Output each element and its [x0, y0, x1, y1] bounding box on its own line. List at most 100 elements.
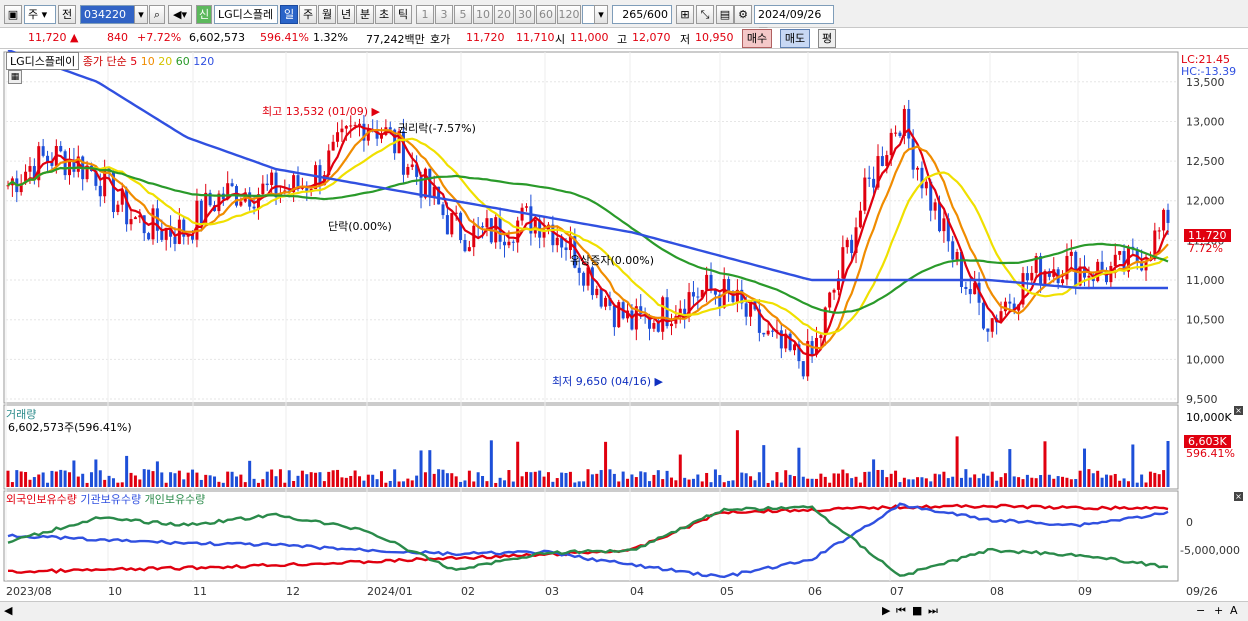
- layout-icon[interactable]: ▣: [4, 5, 22, 24]
- volume-bar: [309, 472, 313, 487]
- save-icon[interactable]: ▤: [716, 5, 734, 24]
- candle-body: [511, 241, 515, 243]
- volume-bar: [551, 481, 555, 487]
- volume-bar: [586, 469, 590, 487]
- zoom-in-icon[interactable]: ⊞: [676, 5, 694, 24]
- volume-bar: [981, 473, 985, 487]
- volume-bar: [467, 470, 471, 487]
- prev-button[interactable]: 전: [58, 5, 76, 24]
- grid-toggle-icon[interactable]: ▦: [8, 70, 22, 84]
- date-value: 2024/09/26: [758, 8, 822, 21]
- ma-10-label: 10: [140, 55, 155, 68]
- volume-bar: [362, 480, 366, 487]
- close-holding-icon[interactable]: ×: [1234, 492, 1243, 501]
- last-icon[interactable]: ⏭: [928, 604, 938, 618]
- period-month-tab[interactable]: 월: [318, 5, 336, 24]
- buy-button[interactable]: 매수: [742, 29, 772, 48]
- close-volume-icon[interactable]: ×: [1234, 406, 1243, 415]
- scroll-right-icon[interactable]: ▶: [882, 604, 890, 617]
- candle-body: [705, 274, 709, 290]
- interval-1[interactable]: 1: [416, 5, 434, 24]
- font-size-icon[interactable]: A: [1230, 604, 1238, 617]
- candle-body: [942, 218, 946, 232]
- volume-bar: [744, 473, 748, 487]
- volume-bar: [379, 471, 383, 487]
- volume-bar: [977, 478, 981, 487]
- stop-icon[interactable]: ■: [912, 604, 922, 617]
- volume-bar: [1135, 482, 1139, 487]
- volume-bar: [1157, 474, 1161, 487]
- chart-type-value: 주: [28, 8, 39, 21]
- eval-button[interactable]: 평: [818, 29, 836, 48]
- x-tick-label: 12: [286, 585, 300, 598]
- sell-button[interactable]: 매도: [780, 29, 810, 48]
- speaker-icon[interactable]: ◀▾: [168, 5, 192, 24]
- candle-body: [990, 318, 994, 332]
- candle-body: [652, 323, 656, 329]
- stock-name-label[interactable]: LG디스플레이: [6, 52, 80, 70]
- volume-bar: [951, 476, 955, 487]
- candle-body: [656, 323, 660, 332]
- volume-bar: [608, 469, 612, 487]
- interval-30[interactable]: 30: [515, 5, 535, 24]
- volume-bar: [375, 479, 379, 487]
- interval-20[interactable]: 20: [494, 5, 514, 24]
- interval-5[interactable]: 5: [454, 5, 472, 24]
- volume-bar: [226, 471, 230, 487]
- volume-bar: [555, 478, 559, 487]
- period-year-tab[interactable]: 년: [337, 5, 355, 24]
- price-y-tick: 9,500: [1186, 393, 1218, 406]
- volume-bar: [1047, 474, 1051, 487]
- volume-bar: [283, 482, 287, 487]
- chart-area[interactable]: 13,50013,00012,50012,00011,50011,00010,5…: [0, 50, 1248, 621]
- search-icon[interactable]: ⌕: [149, 5, 165, 24]
- candle-body: [1025, 273, 1029, 281]
- dropdown-arrow-icon[interactable]: ▾: [134, 5, 148, 24]
- volume-bar: [164, 482, 168, 487]
- candle-body: [955, 252, 959, 260]
- volume-bar: [318, 472, 322, 487]
- settings-icon[interactable]: ⚙: [734, 5, 752, 24]
- price-change-pct: +7.72%: [137, 31, 182, 44]
- interval-3[interactable]: 3: [435, 5, 453, 24]
- candle-body: [1162, 209, 1166, 231]
- line-tool-icon[interactable]: ⤡: [696, 5, 714, 24]
- zoom-out-icon[interactable]: −: [1196, 604, 1205, 617]
- count-field[interactable]: 265/600: [612, 5, 672, 24]
- period-week-tab[interactable]: 주: [299, 5, 317, 24]
- holding-y-tick: 0: [1186, 516, 1193, 529]
- interval-60[interactable]: 60: [536, 5, 556, 24]
- candle-body: [485, 218, 489, 228]
- volume-bar: [678, 454, 682, 487]
- interval-10[interactable]: 10: [473, 5, 493, 24]
- volume-bar: [72, 460, 76, 487]
- x-tick-label: 03: [545, 585, 559, 598]
- volume-bar: [463, 480, 467, 487]
- period-tick-tab[interactable]: 틱: [394, 5, 412, 24]
- scroll-left-icon[interactable]: ◀: [4, 604, 12, 617]
- volume-bar: [85, 482, 89, 487]
- volume-bar: [788, 474, 792, 487]
- chart-scrollbar[interactable]: ◀ ▶ ⏮ ■ ⏭ − + A: [0, 601, 1248, 621]
- hc-label: HC:-13.39: [1181, 65, 1237, 78]
- period-second-tab[interactable]: 초: [375, 5, 393, 24]
- volume-bar: [120, 482, 124, 487]
- period-day-tab[interactable]: 일: [280, 5, 298, 24]
- volume-bar: [366, 474, 370, 487]
- interval-120[interactable]: 120: [557, 5, 581, 24]
- first-icon[interactable]: ⏮: [896, 604, 906, 618]
- date-input[interactable]: 2024/09/26 ▦: [754, 5, 834, 38]
- stock-code-input[interactable]: 034220: [80, 5, 135, 24]
- x-tick-label: 07: [890, 585, 904, 598]
- period-minute-tab[interactable]: 분: [356, 5, 374, 24]
- volume-bar: [595, 473, 599, 487]
- interval-dropdown-icon[interactable]: ▾: [594, 5, 608, 24]
- ma-title: 종가 단순: [82, 55, 127, 68]
- candle-body: [1113, 254, 1117, 266]
- volume-bar: [568, 471, 572, 487]
- volume-bar: [1153, 472, 1157, 487]
- volume-bar: [24, 471, 28, 487]
- zoom-in-plus-icon[interactable]: +: [1214, 604, 1223, 617]
- volume-bar: [1118, 480, 1122, 487]
- chart-type-select[interactable]: 주 ▾: [24, 5, 56, 24]
